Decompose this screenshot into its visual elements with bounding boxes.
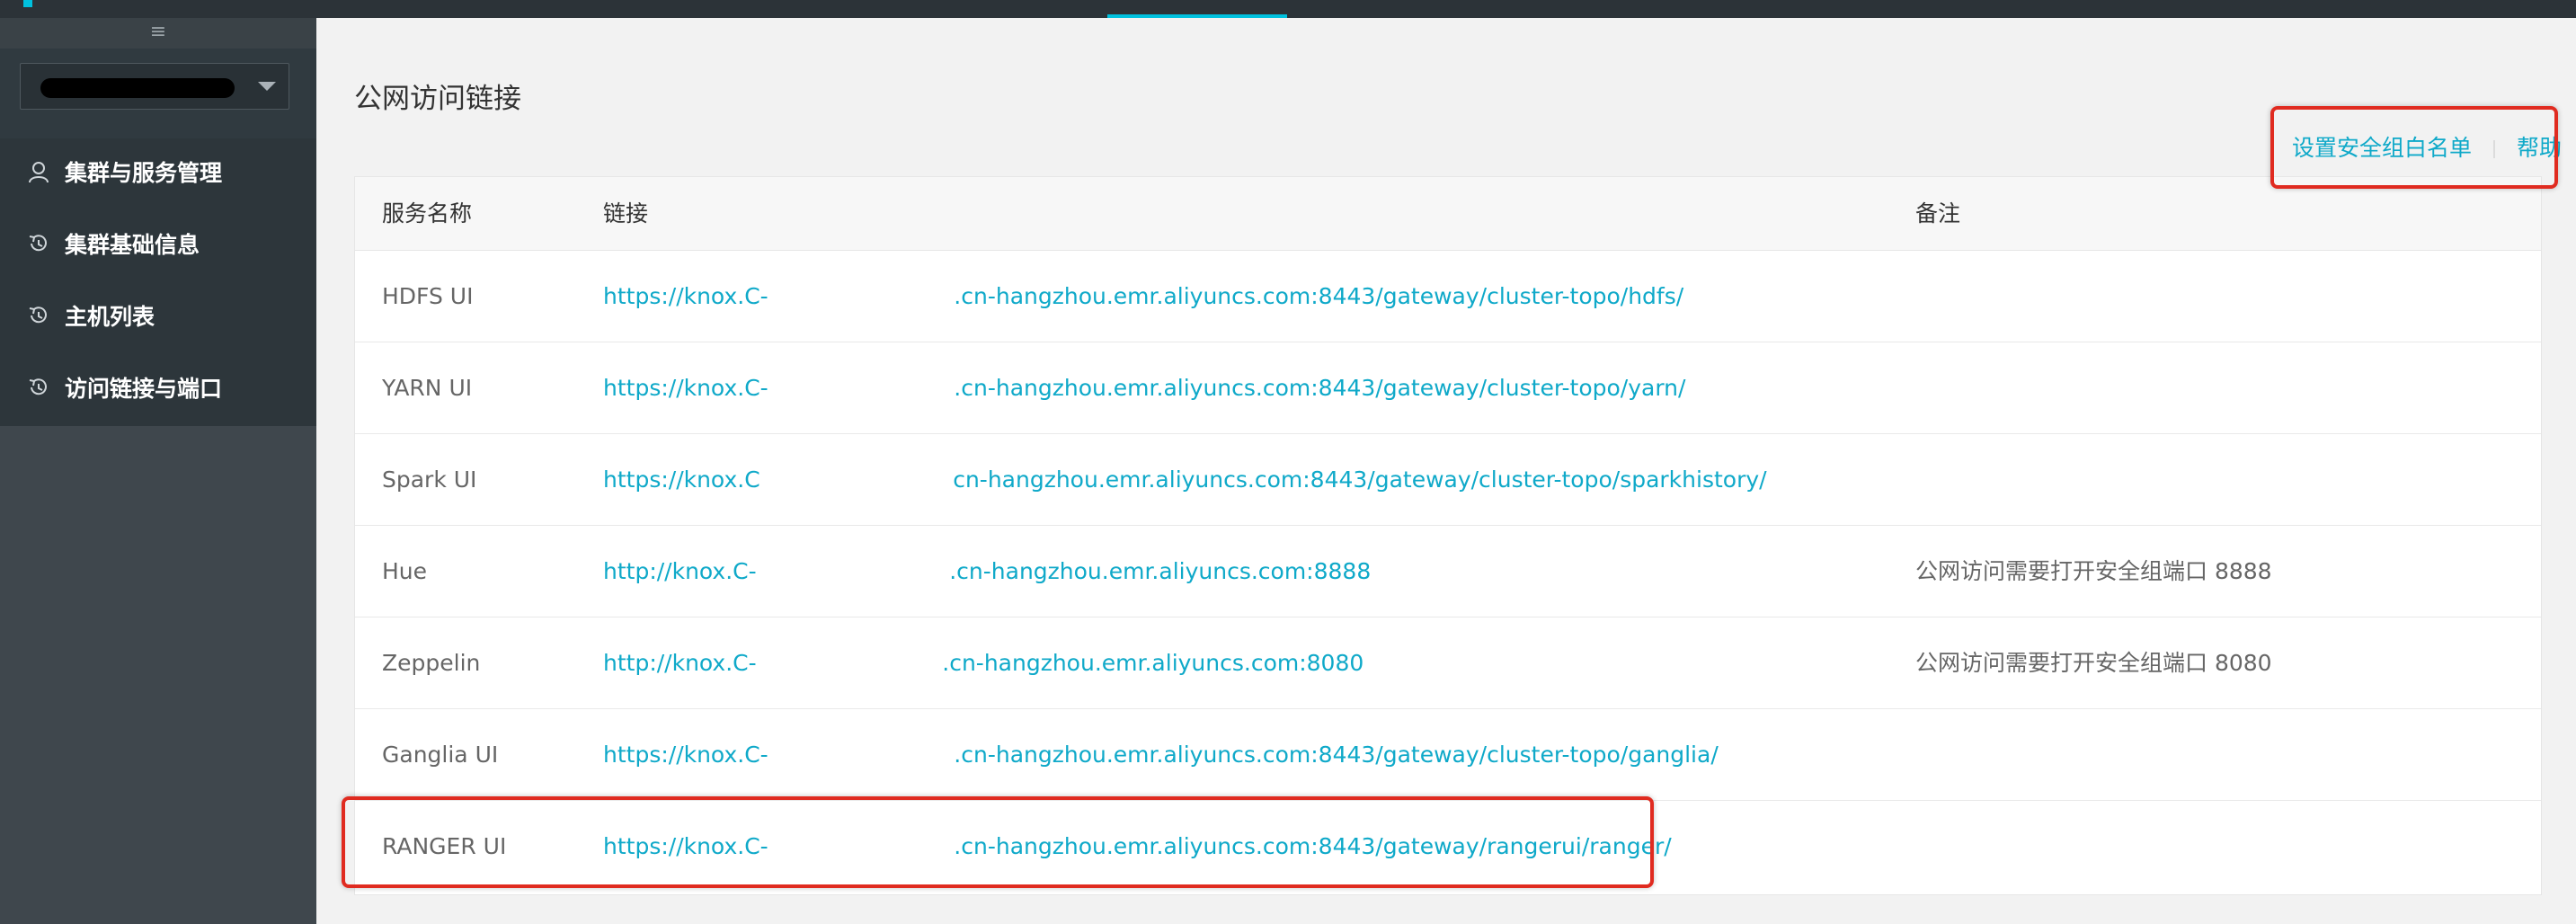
service-link[interactable]: https://knox.C cn-hangzhou.emr.aliyuncs.… bbox=[603, 466, 1767, 493]
chevron-down-icon[interactable] bbox=[258, 82, 276, 91]
top-navbar bbox=[0, 0, 2576, 18]
highlight-box-ranger-row bbox=[342, 796, 1654, 888]
sidebar-item-label: 集群基础信息 bbox=[65, 232, 200, 258]
service-link[interactable]: http://knox.C- .cn-hangzhou.emr.aliyuncs… bbox=[603, 558, 1371, 585]
header-service-name: 服务名称 bbox=[382, 200, 473, 227]
highlight-box-actions bbox=[2270, 106, 2558, 189]
service-note: 公网访问需要打开安全组端口 8888 bbox=[1915, 558, 2272, 584]
page-title: 公网访问链接 bbox=[354, 83, 521, 115]
sidebar-item-access-links[interactable]: 访问链接与端口 bbox=[0, 354, 316, 426]
table-header: 服务名称 链接 备注 bbox=[355, 177, 2541, 251]
access-links-table: 服务名称 链接 备注 HDFS UI https://knox.C- .cn-h… bbox=[354, 176, 2542, 895]
service-link[interactable]: http://knox.C- .cn-hangzhou.emr.aliyuncs… bbox=[603, 650, 1364, 677]
service-name: Hue bbox=[382, 558, 428, 584]
sidebar-item-cluster-info[interactable]: 集群基础信息 bbox=[0, 210, 316, 282]
service-link[interactable]: https://knox.C- .cn-hangzhou.emr.aliyunc… bbox=[603, 742, 1719, 769]
sidebar-item-host-list[interactable]: 主机列表 bbox=[0, 282, 316, 354]
service-link[interactable]: https://knox.C- .cn-hangzhou.emr.aliyunc… bbox=[603, 375, 1685, 402]
service-note: 公网访问需要打开安全组端口 8080 bbox=[1915, 650, 2272, 676]
history-icon bbox=[29, 235, 47, 252]
header-link: 链接 bbox=[603, 200, 649, 227]
service-link[interactable]: https://knox.C- .cn-hangzhou.emr.aliyunc… bbox=[603, 283, 1683, 310]
service-name: Ganglia UI bbox=[382, 742, 499, 768]
sidebar-item-label: 访问链接与端口 bbox=[65, 376, 223, 402]
service-name: Zeppelin bbox=[382, 650, 481, 676]
sidebar-menu: 集群与服务管理 集群基础信息 主机列表 访问链接与端口 bbox=[0, 138, 316, 426]
cluster-select[interactable] bbox=[20, 63, 289, 110]
sidebar-item-label: 集群与服务管理 bbox=[65, 160, 223, 186]
logo[interactable] bbox=[23, 0, 32, 7]
table-row: Hue http://knox.C- .cn-hangzhou.emr.aliy… bbox=[355, 526, 2541, 617]
service-name: YARN UI bbox=[382, 375, 473, 401]
sidebar-collapse-icon[interactable]: ≡ bbox=[0, 18, 316, 49]
history-icon bbox=[29, 307, 47, 324]
service-name: HDFS UI bbox=[382, 283, 474, 309]
table-row: HDFS UI https://knox.C- .cn-hangzhou.emr… bbox=[355, 251, 2541, 342]
table-row: YARN UI https://knox.C- .cn-hangzhou.emr… bbox=[355, 342, 2541, 434]
table-row: Ganglia UI https://knox.C- .cn-hangzhou.… bbox=[355, 709, 2541, 801]
table-row: Spark UI https://knox.C cn-hangzhou.emr.… bbox=[355, 434, 2541, 526]
service-name: Spark UI bbox=[382, 466, 477, 493]
user-icon bbox=[29, 162, 49, 183]
sidebar-item-cluster-service[interactable]: 集群与服务管理 bbox=[0, 138, 316, 210]
sidebar-item-label: 主机列表 bbox=[65, 304, 155, 330]
sidebar: ≡ 集群与服务管理 集群基础信息 主机列表 访问链接与端口 bbox=[0, 18, 316, 924]
table-row: Zeppelin http://knox.C- .cn-hangzhou.emr… bbox=[355, 617, 2541, 709]
redacted-cluster-name bbox=[40, 78, 235, 98]
header-note: 备注 bbox=[1915, 200, 1961, 227]
cluster-selector-area bbox=[0, 49, 316, 138]
history-icon bbox=[29, 378, 47, 395]
